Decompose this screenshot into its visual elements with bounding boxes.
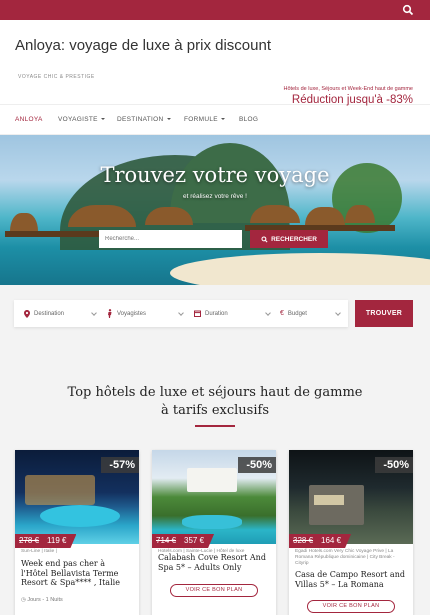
filter-section: Destination Voyagistes Duration € Budget… xyxy=(0,285,430,350)
budget-label: Budget xyxy=(287,310,307,317)
trouver-button[interactable]: TROUVER xyxy=(355,300,413,327)
price-tag: 278 € 119 € xyxy=(15,534,76,548)
new-price: 357 € xyxy=(184,536,205,545)
clock-icon: ◷ xyxy=(21,597,26,603)
deal-source: Sun-Line | Italie | xyxy=(21,549,57,554)
discount-badge: -57% xyxy=(101,457,139,473)
calendar-icon xyxy=(194,310,201,317)
main-nav: ANLOYA VOYAGISTE DESTINATION FORMULE BLO… xyxy=(0,105,430,135)
search-icon[interactable] xyxy=(402,4,414,16)
new-price: 164 € xyxy=(321,536,342,545)
nav-item-formule[interactable]: FORMULE xyxy=(184,116,225,123)
site-title[interactable]: Anloya: voyage de luxe à prix discount xyxy=(15,37,271,54)
nav-item-voyagiste[interactable]: VOYAGISTE xyxy=(58,116,105,123)
section-title-line1: Top hôtels de luxe et séjours haut de ga… xyxy=(67,385,363,400)
euro-icon: € xyxy=(280,310,284,317)
deal-duration-text: Jours - 1 Nuits xyxy=(27,597,63,603)
discount-badge: -50% xyxy=(238,457,276,473)
map-pin-icon xyxy=(24,309,30,318)
site-tagline: VOYAGE CHIC & PRESTIGE xyxy=(18,74,95,80)
old-price: 328 € xyxy=(293,536,314,545)
deal-card[interactable]: -50% 714 €357 € Hotels.com | Sainte-Luci… xyxy=(152,450,276,615)
hero-banner: Trouvez votre voyage et réalisez votre r… xyxy=(0,135,430,285)
hero-search-input[interactable] xyxy=(99,230,242,248)
deal-title[interactable]: Calabash Cove Resort And Spa 5* – Adults… xyxy=(158,553,270,572)
section-title-line2: à tarifs exclusifs xyxy=(161,403,269,418)
nav-item-blog[interactable]: BLOG xyxy=(239,116,258,123)
destination-label: Destination xyxy=(34,310,65,317)
nav-item-anloya[interactable]: ANLOYA xyxy=(15,116,43,123)
site-header: Anloya: voyage de luxe à prix discount V… xyxy=(0,20,430,106)
deal-duration: ◷ Jours - 1 Nuits xyxy=(21,597,63,603)
budget-select[interactable]: € Budget xyxy=(280,300,348,327)
deal-card[interactable]: -50% 328 € 164 € Egadi Hotels.com Very Ch… xyxy=(289,450,413,615)
discount-badge: -50% xyxy=(375,457,413,473)
top-bar xyxy=(0,0,430,20)
chevron-down-icon xyxy=(166,118,171,121)
destination-select[interactable]: Destination xyxy=(24,300,104,327)
chevron-down-icon xyxy=(178,310,184,316)
duration-select[interactable]: Duration xyxy=(194,300,278,327)
old-price: 714 € xyxy=(156,536,177,545)
traveler-icon xyxy=(108,309,112,318)
voyagistes-label: Voyagistes xyxy=(117,310,147,317)
hero-title: Trouvez votre voyage xyxy=(100,163,330,187)
section-title: Top hôtels de luxe et séjours haut de ga… xyxy=(0,384,430,420)
search-icon xyxy=(261,235,268,243)
old-price: 278 € xyxy=(19,536,40,545)
hero-subtitle: et réalisez votre rêve ! xyxy=(183,193,247,200)
hero-beach xyxy=(170,253,430,285)
overwater-bungalow xyxy=(250,205,300,223)
deal-card[interactable]: -57% 278 € 119 € Sun-Line | Italie | Week… xyxy=(15,450,139,615)
chevron-down-icon xyxy=(100,118,105,121)
price-tag: 328 € 164 € xyxy=(289,534,351,548)
filter-bar: Destination Voyagistes Duration € Budget xyxy=(14,300,348,327)
new-price: 119 € xyxy=(47,536,67,545)
voyagistes-select[interactable]: Voyagistes xyxy=(107,300,191,327)
chevron-down-icon xyxy=(335,310,341,316)
hero-search-button-label: RECHERCHER xyxy=(271,235,317,243)
overwater-bungalow xyxy=(10,213,38,231)
hero-search-button[interactable]: RECHERCHER xyxy=(250,230,328,248)
chevron-down-icon xyxy=(220,118,225,121)
nav-item-destination[interactable]: DESTINATION xyxy=(117,116,171,123)
voir-bon-plan-button[interactable]: VOIR CE BON PLAN xyxy=(170,584,258,597)
deal-source: Egadi Hotels.com Very Chic Voyage Prive … xyxy=(295,549,395,566)
deals-section: Top hôtels de luxe et séjours haut de ga… xyxy=(0,350,430,615)
promo-subtext: Hôtels de luxe, Séjours et Week-End haut… xyxy=(283,86,413,92)
price-tag: 714 € 357 € xyxy=(152,534,214,548)
section-divider xyxy=(195,425,235,427)
chevron-down-icon xyxy=(91,310,97,316)
voir-bon-plan-button[interactable]: VOIR CE BON PLAN xyxy=(307,600,395,613)
deal-title[interactable]: Week end pas cher à l'Hôtel Bellavista T… xyxy=(21,559,133,588)
chevron-down-icon xyxy=(265,310,271,316)
duration-label: Duration xyxy=(205,310,228,317)
deal-title[interactable]: Casa de Campo Resort and Villas 5* – La … xyxy=(295,570,407,589)
